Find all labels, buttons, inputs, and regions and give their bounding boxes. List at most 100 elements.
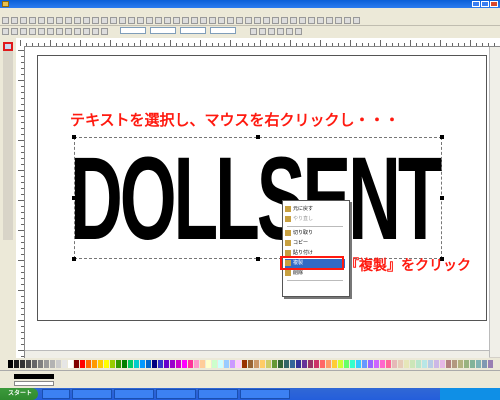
height-field[interactable] (210, 27, 236, 34)
toolbar-button[interactable] (29, 17, 36, 24)
toolbar-button[interactable] (38, 17, 45, 24)
color-swatch[interactable] (164, 360, 169, 368)
color-swatch[interactable] (206, 360, 211, 368)
color-swatch[interactable] (38, 360, 43, 368)
width-field[interactable] (180, 27, 206, 34)
toolbar-button[interactable] (11, 28, 18, 35)
toolbar-button[interactable] (295, 28, 302, 35)
toolbar-button[interactable] (209, 17, 216, 24)
color-swatch[interactable] (86, 360, 91, 368)
color-swatch[interactable] (362, 360, 367, 368)
color-swatch[interactable] (104, 360, 109, 368)
color-swatch[interactable] (116, 360, 121, 368)
color-swatch[interactable] (392, 360, 397, 368)
color-swatch[interactable] (176, 360, 181, 368)
toolbar-button[interactable] (20, 28, 27, 35)
color-swatch[interactable] (308, 360, 313, 368)
vertical-scrollbar[interactable] (489, 47, 500, 357)
tool-icon[interactable] (3, 150, 13, 159)
menu-item-cut[interactable]: 切り取り (285, 229, 345, 238)
toolbar-button[interactable] (268, 28, 275, 35)
toolbar-button[interactable] (47, 17, 54, 24)
color-swatch[interactable] (476, 360, 481, 368)
color-swatch[interactable] (182, 360, 187, 368)
color-swatch[interactable] (380, 360, 385, 368)
color-swatch[interactable] (200, 360, 205, 368)
tool-icon[interactable] (3, 51, 13, 60)
color-swatch[interactable] (428, 360, 433, 368)
color-swatch[interactable] (398, 360, 403, 368)
color-swatch[interactable] (326, 360, 331, 368)
taskbar-item[interactable] (114, 389, 154, 399)
color-swatch[interactable] (212, 360, 217, 368)
color-swatch[interactable] (386, 360, 391, 368)
tool-icon[interactable] (3, 222, 13, 231)
selection-handle[interactable] (256, 257, 260, 261)
toolbar-button[interactable] (101, 17, 108, 24)
toolbar-button[interactable] (290, 17, 297, 24)
color-swatch[interactable] (290, 360, 295, 368)
toolbar-button[interactable] (146, 17, 153, 24)
color-swatch[interactable] (440, 360, 445, 368)
tool-icon[interactable] (3, 213, 13, 222)
toolbar-button[interactable] (308, 17, 315, 24)
color-swatch[interactable] (152, 360, 157, 368)
color-swatch[interactable] (458, 360, 463, 368)
color-swatch[interactable] (488, 360, 493, 368)
selection-handle[interactable] (440, 135, 444, 139)
color-swatch[interactable] (410, 360, 415, 368)
color-swatch[interactable] (404, 360, 409, 368)
color-swatch[interactable] (50, 360, 55, 368)
tool-icon[interactable] (3, 186, 13, 195)
taskbar-item[interactable] (198, 389, 238, 399)
selector-tool-icon[interactable] (3, 42, 13, 51)
toolbar-button[interactable] (92, 17, 99, 24)
toolbar-button[interactable] (119, 17, 126, 24)
toolbar-button[interactable] (272, 17, 279, 24)
maximize-button[interactable] (481, 1, 489, 7)
toolbar-button[interactable] (277, 28, 284, 35)
color-swatch[interactable] (62, 360, 67, 368)
toolbar-button[interactable] (236, 17, 243, 24)
color-swatch[interactable] (344, 360, 349, 368)
toolbar-button[interactable] (11, 17, 18, 24)
toolbar-button[interactable] (353, 17, 360, 24)
toolbar-button[interactable] (65, 17, 72, 24)
color-swatch[interactable] (146, 360, 151, 368)
taskbar-item[interactable] (156, 389, 196, 399)
color-swatch[interactable] (92, 360, 97, 368)
toolbar-button[interactable] (200, 17, 207, 24)
color-swatch[interactable] (20, 360, 25, 368)
tool-icon[interactable] (3, 96, 13, 105)
toolbar-button[interactable] (92, 28, 99, 35)
taskbar-item[interactable] (240, 389, 290, 399)
color-swatch[interactable] (374, 360, 379, 368)
color-swatch[interactable] (368, 360, 373, 368)
color-swatch[interactable] (260, 360, 265, 368)
tool-icon[interactable] (3, 78, 13, 87)
toolbar-button[interactable] (65, 28, 72, 35)
color-swatch[interactable] (434, 360, 439, 368)
minimize-button[interactable] (472, 1, 480, 7)
menu-item-copy[interactable]: コピー (285, 239, 345, 248)
color-swatch[interactable] (422, 360, 427, 368)
color-swatch[interactable] (248, 360, 253, 368)
toolbar-button[interactable] (2, 28, 9, 35)
toolbar-button[interactable] (101, 28, 108, 35)
menu-item-extra[interactable] (285, 283, 345, 292)
tool-icon[interactable] (3, 114, 13, 123)
tool-icon[interactable] (3, 69, 13, 78)
menu-item-delete[interactable]: 削除 (285, 269, 345, 278)
toolbar-button[interactable] (182, 17, 189, 24)
tool-icon[interactable] (3, 105, 13, 114)
color-swatch[interactable] (332, 360, 337, 368)
x-field[interactable] (120, 27, 146, 34)
color-swatch[interactable] (188, 360, 193, 368)
tool-icon[interactable] (3, 231, 13, 240)
color-swatch[interactable] (134, 360, 139, 368)
toolbar-button[interactable] (173, 17, 180, 24)
toolbar-button[interactable] (227, 17, 234, 24)
tool-icon[interactable] (3, 159, 13, 168)
toolbar-button[interactable] (218, 17, 225, 24)
color-swatch[interactable] (56, 360, 61, 368)
